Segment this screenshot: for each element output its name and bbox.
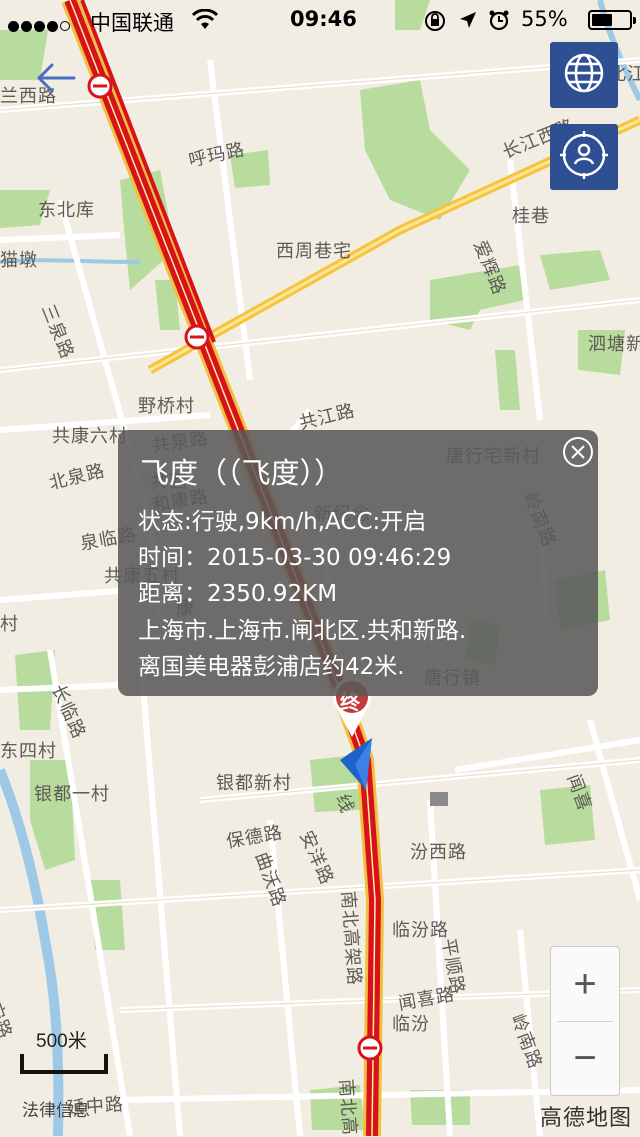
map-label-henan-bei: 南北高 [335, 1078, 360, 1137]
close-popup-button[interactable] [562, 436, 594, 468]
vehicle-status: 状态:行驶,9km/h,ACC:开启 [138, 509, 427, 535]
close-icon [562, 437, 594, 472]
map-label-dongbeiku: 东北库 [38, 200, 95, 221]
globe-icon [562, 51, 606, 100]
map-label-maodun: 猫墩 [0, 250, 38, 271]
map-label-yinduxincun: 银都新村 [216, 773, 292, 794]
scale-label: 500米 [36, 1031, 87, 1052]
zoom-out-button[interactable]: − [551, 1021, 619, 1095]
map-label-shanxi: 临汾 [392, 1014, 430, 1035]
vehicle-name: 飞度（（飞度）） [140, 456, 344, 490]
map-layer-button[interactable] [550, 42, 618, 108]
map-label-guixiang: 桂巷 [512, 206, 550, 227]
map-label-cun: 村 [0, 614, 19, 635]
map-label-linfen-road: 临汾路 [392, 920, 449, 941]
address-line-2: 离国美电器彭浦店约42米. [138, 654, 405, 680]
status-bar: 中国联通 09:46 55% [0, 0, 640, 40]
wifi-icon [191, 8, 219, 36]
scale-bar: 500米 [20, 1026, 110, 1080]
vehicle-info-popup[interactable]: 飞度（（飞度）） 状态:行驶,9km/h,ACC:开启 时间：2015-03-3… [118, 430, 598, 696]
battery-percent: 55% [521, 7, 568, 31]
alarm-icon [488, 9, 510, 36]
map-label-sitang: 泗塘新 [588, 334, 640, 355]
clock: 09:46 [290, 7, 357, 31]
location-icon [458, 10, 478, 35]
carrier-name: 中国联通 [90, 11, 174, 35]
map-label-yinduyicun: 银都一村 [34, 784, 110, 805]
zoom-control: + − [550, 946, 620, 1096]
locate-user-button[interactable] [550, 124, 618, 190]
total-distance: 距离：2350.92KM [138, 581, 338, 607]
report-time: 时间：2015-03-30 09:46:29 [138, 545, 452, 571]
battery-icon [588, 10, 636, 30]
address-line-1: 上海市.上海市.闸北区.共和新路. [138, 618, 467, 644]
zoom-in-button[interactable]: + [551, 947, 619, 1021]
locate-person-icon [558, 129, 610, 186]
map-label-fenxi-road: 汾西路 [410, 842, 467, 863]
rotation-lock-icon [424, 10, 446, 37]
amap-logo: 高德地图 [539, 1106, 632, 1131]
legal-info-link[interactable]: 法律信息 [22, 1096, 90, 1121]
map-label-yeqiaocun: 野桥村 [138, 396, 195, 417]
poi-icons [430, 792, 448, 806]
map-label-gongkang6: 共康六村 [52, 426, 128, 447]
map-label-xizhouxiangzhai: 西周巷宅 [276, 241, 352, 262]
back-arrow-icon[interactable] [34, 58, 78, 98]
signal-dots [8, 13, 72, 37]
map-label-dongsicun: 东四村 [0, 741, 57, 762]
